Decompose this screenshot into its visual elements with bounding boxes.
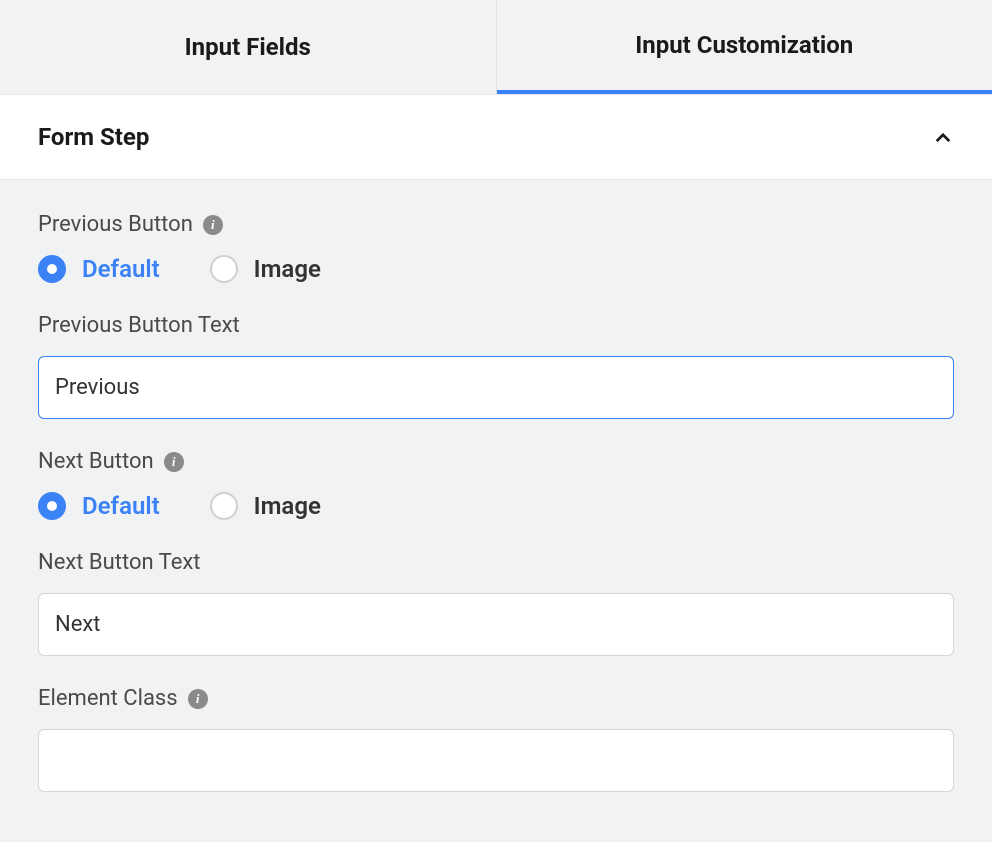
field-next-button-text: Next Button Text: [38, 550, 954, 656]
next-button-radio-default[interactable]: Default: [38, 492, 160, 520]
section-title: Form Step: [38, 123, 149, 151]
field-previous-button: Previous Button i Default Image: [38, 212, 954, 283]
radio-icon: [210, 492, 238, 520]
field-element-class: Element Class i: [38, 686, 954, 792]
element-class-label: Element Class: [38, 686, 178, 711]
previous-button-label: Previous Button: [38, 212, 193, 237]
tab-input-fields[interactable]: Input Fields: [0, 0, 497, 94]
next-button-label-row: Next Button i: [38, 449, 954, 474]
previous-button-text-input[interactable]: [38, 356, 954, 419]
tab-input-customization[interactable]: Input Customization: [497, 0, 992, 94]
radio-label-image: Image: [254, 255, 321, 283]
radio-label-default: Default: [82, 255, 160, 283]
field-previous-button-text: Previous Button Text: [38, 313, 954, 419]
section-header-form-step[interactable]: Form Step: [0, 94, 992, 180]
element-class-label-row: Element Class i: [38, 686, 954, 711]
info-icon[interactable]: i: [188, 689, 208, 709]
next-button-text-label: Next Button Text: [38, 550, 201, 575]
element-class-input[interactable]: [38, 729, 954, 792]
radio-icon: [210, 255, 238, 283]
next-button-text-label-row: Next Button Text: [38, 550, 954, 575]
tab-input-customization-label: Input Customization: [635, 31, 853, 59]
previous-button-radio-default[interactable]: Default: [38, 255, 160, 283]
next-button-text-input[interactable]: [38, 593, 954, 656]
next-button-label: Next Button: [38, 449, 154, 474]
radio-label-image: Image: [254, 492, 321, 520]
previous-button-label-row: Previous Button i: [38, 212, 954, 237]
previous-button-radio-image[interactable]: Image: [210, 255, 321, 283]
field-next-button: Next Button i Default Image: [38, 449, 954, 520]
tab-input-fields-label: Input Fields: [185, 33, 311, 61]
radio-icon: [38, 492, 66, 520]
section-body: Previous Button i Default Image Previous…: [0, 180, 992, 842]
info-icon[interactable]: i: [203, 215, 223, 235]
next-button-radio-image[interactable]: Image: [210, 492, 321, 520]
chevron-up-icon: [932, 126, 954, 148]
next-button-radio-row: Default Image: [38, 492, 954, 520]
previous-button-text-label: Previous Button Text: [38, 313, 240, 338]
radio-icon: [38, 255, 66, 283]
radio-label-default: Default: [82, 492, 160, 520]
previous-button-text-label-row: Previous Button Text: [38, 313, 954, 338]
info-icon[interactable]: i: [164, 452, 184, 472]
tabs-container: Input Fields Input Customization: [0, 0, 992, 94]
previous-button-radio-row: Default Image: [38, 255, 954, 283]
